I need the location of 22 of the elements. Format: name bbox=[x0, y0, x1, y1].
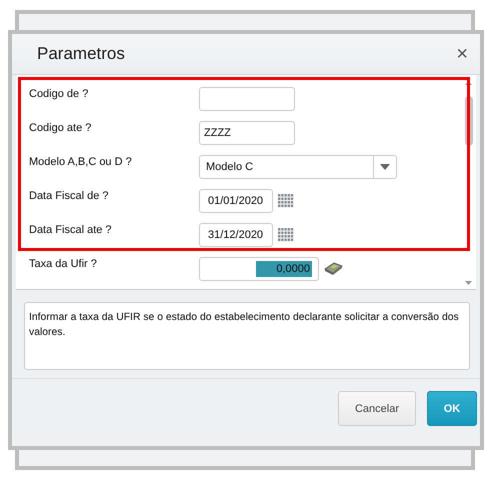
date-field[interactable]: 31/12/2020 bbox=[199, 223, 273, 247]
text-field[interactable]: ZZZZ bbox=[199, 121, 295, 145]
field-label: Modelo A,B,C ou D ? bbox=[29, 155, 133, 168]
select-field[interactable]: Modelo C bbox=[199, 155, 397, 179]
calculator-icon[interactable] bbox=[323, 261, 343, 275]
field-label: Data Fiscal de ? bbox=[29, 189, 110, 202]
field-label: Taxa da Ufir ? bbox=[29, 257, 98, 270]
calendar-icon[interactable] bbox=[278, 228, 294, 242]
field-label: Codigo de ? bbox=[29, 87, 90, 100]
dialog-title: Parametros bbox=[37, 44, 125, 64]
field-label: Data Fiscal ate ? bbox=[29, 223, 113, 236]
calendar-icon[interactable] bbox=[278, 194, 294, 208]
number-field[interactable]: 0,0000 bbox=[199, 257, 319, 281]
cancel-button[interactable]: Cancelar bbox=[338, 391, 416, 426]
close-button[interactable]: × bbox=[456, 44, 468, 64]
field-label: Codigo ate ? bbox=[29, 121, 92, 134]
scroll-up-icon[interactable] bbox=[465, 81, 472, 85]
dropdown-icon bbox=[380, 164, 390, 170]
date-field[interactable]: 01/01/2020 bbox=[199, 189, 273, 213]
scroll-down-icon[interactable] bbox=[465, 281, 472, 285]
text-field[interactable] bbox=[199, 87, 295, 111]
help-text: Informar a taxa da UFIR se o estado do estabelecimento declarante solicitar a conversão dos valores. bbox=[24, 302, 470, 370]
